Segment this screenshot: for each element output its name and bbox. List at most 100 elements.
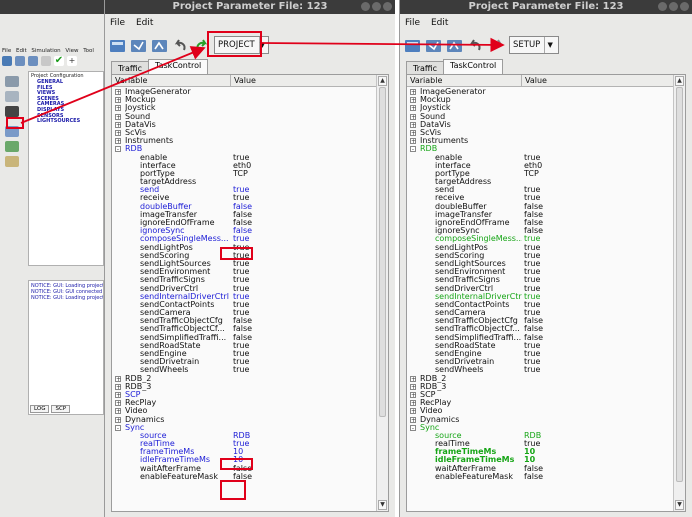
expand-icon[interactable]: +	[115, 400, 121, 407]
expand-icon[interactable]: +	[410, 129, 416, 136]
tree-row[interactable]: + ImageGenerator	[407, 88, 673, 96]
tree-row[interactable]: sendContactPoints true	[407, 300, 673, 309]
bg-menu-simulation[interactable]: Simulation	[31, 48, 60, 54]
tree-row[interactable]: + Dynamics	[407, 416, 673, 424]
expand-icon[interactable]: +	[410, 408, 416, 415]
tree-row[interactable]: + SCP	[407, 391, 673, 399]
scroll-up-icon[interactable]: ▲	[675, 76, 684, 86]
save-file-icon[interactable]	[446, 37, 463, 54]
redo-icon[interactable]	[488, 37, 505, 54]
tree-row[interactable]: + DataVis	[112, 121, 376, 129]
bg-plus-icon[interactable]: +	[67, 56, 77, 66]
tree-row[interactable]: + Video	[112, 407, 376, 415]
bg-menu-view[interactable]: View	[65, 48, 78, 54]
tree-row[interactable]: + RecPlay	[407, 399, 673, 407]
vertical-scrollbar[interactable]: ▲ ▼	[673, 75, 685, 511]
bg-new-icon[interactable]	[2, 56, 12, 66]
open-file-icon[interactable]	[425, 37, 442, 54]
tree-row[interactable]: + Mockup	[407, 96, 673, 104]
expand-icon[interactable]: +	[115, 113, 121, 120]
expand-icon[interactable]: +	[115, 391, 121, 398]
expand-icon[interactable]: +	[115, 416, 121, 423]
tree-row[interactable]: sendLightPos true	[407, 243, 673, 252]
close-icon[interactable]	[680, 2, 689, 11]
tree-row[interactable]: sendLightSources true	[407, 259, 673, 268]
expand-icon[interactable]: +	[410, 383, 416, 390]
expand-icon[interactable]: +	[115, 121, 121, 128]
tree-row[interactable]: portType TCP	[112, 169, 376, 178]
tree-row[interactable]: sendInternalDriverCtrl true	[407, 292, 673, 301]
tab-scp[interactable]: SCP	[51, 405, 71, 413]
vertical-scrollbar[interactable]: ▲ ▼	[376, 75, 388, 511]
tree-row[interactable]: enableFeatureMask false	[112, 472, 376, 481]
tab-taskcontrol[interactable]: TaskControl	[148, 59, 209, 74]
tree-row[interactable]: + RecPlay	[112, 399, 376, 407]
tree-row[interactable]: + Sound	[112, 113, 376, 121]
tree-row[interactable]: source RDB	[407, 431, 673, 440]
tree-row[interactable]: frameTimeMs 10	[407, 448, 673, 456]
expand-icon[interactable]: +	[410, 138, 416, 145]
tree-row[interactable]: + ScVis	[112, 129, 376, 137]
expand-icon[interactable]: +	[115, 138, 121, 145]
bg-grid-icon[interactable]	[5, 141, 19, 152]
tree-row[interactable]: composeSingleMess... true	[407, 235, 673, 243]
scroll-thumb[interactable]	[379, 87, 386, 417]
tree-row[interactable]: realTime true	[407, 439, 673, 448]
tree-row[interactable]: sendScoring true	[407, 251, 673, 260]
tree-row[interactable]: + Video	[407, 407, 673, 415]
tree-row[interactable]: + Dynamics	[112, 416, 376, 424]
tree-row[interactable]: sendDrivetrain true	[407, 357, 673, 366]
bg-tools2-icon[interactable]	[5, 156, 19, 167]
expand-icon[interactable]: +	[115, 408, 121, 415]
tree-row[interactable]: + DataVis	[407, 121, 673, 129]
bg-config-icon[interactable]	[5, 76, 19, 87]
new-file-icon[interactable]	[109, 37, 126, 54]
menu-file[interactable]: File	[110, 18, 125, 28]
tree-row[interactable]: realTime true	[112, 439, 376, 448]
chevron-down-icon[interactable]: ▼	[258, 37, 265, 53]
tree-row[interactable]: + Joystick	[112, 104, 376, 112]
new-file-icon[interactable]	[404, 37, 421, 54]
bg-camera-icon[interactable]	[5, 106, 19, 117]
tab-traffic[interactable]: Traffic	[111, 61, 150, 74]
minimize-icon[interactable]	[361, 2, 370, 11]
tree-row-value[interactable]: true	[233, 366, 249, 374]
tree-row-value[interactable]: false	[233, 472, 252, 481]
collapse-icon[interactable]: -	[115, 424, 121, 431]
column-value[interactable]: Value	[521, 75, 673, 86]
column-variable[interactable]: Variable	[410, 76, 442, 85]
bg-menu-file[interactable]: File	[2, 48, 11, 54]
expand-icon[interactable]: +	[410, 89, 416, 96]
expand-icon[interactable]: +	[410, 113, 416, 120]
bg-menu-tool[interactable]: Tool	[83, 48, 94, 54]
column-value[interactable]: Value	[230, 75, 376, 86]
collapse-icon[interactable]: -	[410, 424, 416, 431]
bg-scenario-icon[interactable]	[5, 91, 19, 102]
minimize-icon[interactable]	[658, 2, 667, 11]
tree-row[interactable]: sendWheels true	[112, 366, 376, 374]
tree-row[interactable]: - RDB	[407, 145, 673, 153]
tree-row[interactable]: send true	[407, 186, 673, 194]
tree-row[interactable]: + RDB_3	[407, 383, 673, 391]
tree-row[interactable]: + ScVis	[407, 129, 673, 137]
tree-row-value[interactable]: TCP	[233, 169, 248, 178]
tree-row[interactable]: interface eth0	[407, 161, 673, 170]
menu-file[interactable]: File	[405, 18, 420, 28]
tree-row[interactable]: sendSimplifiedTraffi... false	[407, 333, 673, 342]
undo-icon[interactable]	[467, 37, 484, 54]
tree-row-value[interactable]: true	[524, 366, 540, 374]
scroll-down-icon[interactable]: ▼	[675, 500, 684, 510]
menu-edit[interactable]: Edit	[136, 18, 153, 28]
tree-row[interactable]: + Instruments	[407, 137, 673, 145]
expand-icon[interactable]: +	[115, 89, 121, 96]
bg-save-icon[interactable]	[28, 56, 38, 66]
tree-row[interactable]: sendTrafficSigns true	[407, 276, 673, 284]
expand-icon[interactable]: +	[410, 400, 416, 407]
tree-row[interactable]: targetAddress	[407, 178, 673, 186]
tree-row[interactable]: + Mockup	[112, 96, 376, 104]
tree-row[interactable]: sendEngine true	[407, 349, 673, 358]
tree-row[interactable]: + Instruments	[112, 137, 376, 145]
expand-icon[interactable]: +	[115, 97, 121, 104]
expand-icon[interactable]: +	[410, 121, 416, 128]
expand-icon[interactable]: +	[410, 416, 416, 423]
